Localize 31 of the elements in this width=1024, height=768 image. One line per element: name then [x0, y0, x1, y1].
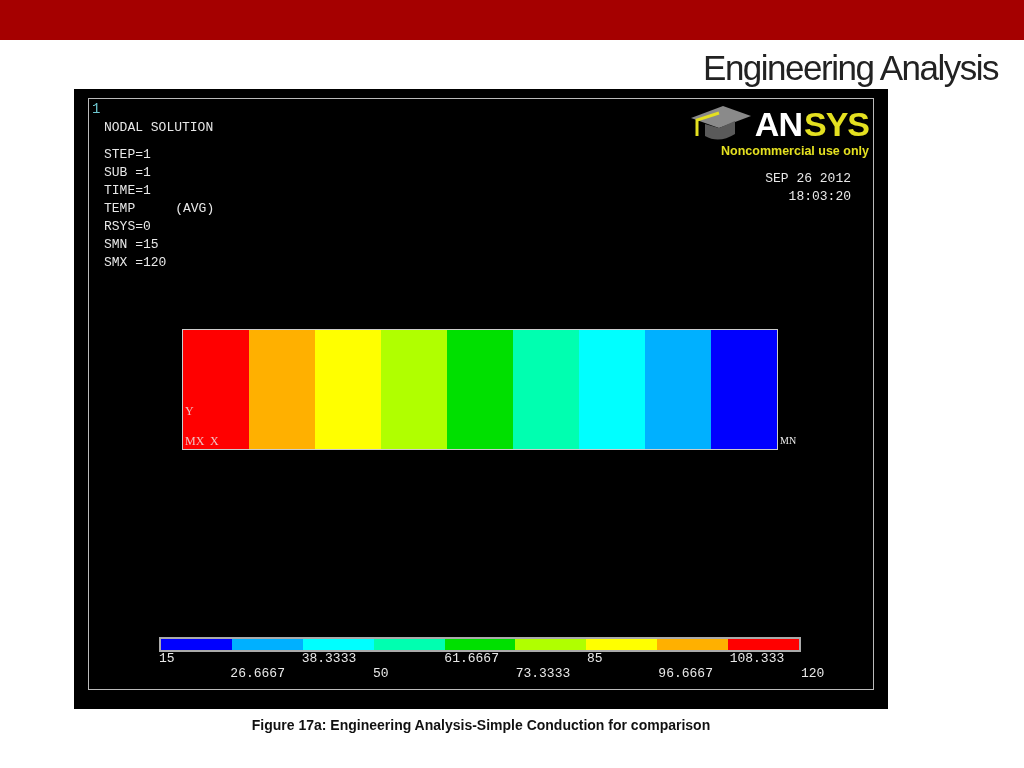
legend-value: 61.6667	[444, 652, 499, 666]
info-line: STEP=1	[104, 146, 151, 164]
y-axis-label: Y	[185, 405, 194, 417]
viewport-number: 1	[92, 101, 101, 117]
info-value: (AVG)	[175, 200, 215, 218]
legend-value: 96.6667	[658, 667, 713, 681]
legend-value: 120	[801, 667, 825, 681]
legend-value: 26.6667	[230, 667, 285, 681]
info-line: RSYS=0	[104, 218, 151, 236]
info-line: TEMP	[104, 200, 136, 218]
info-line: SMX =120	[104, 254, 167, 272]
legend-value: 73.3333	[515, 667, 571, 681]
legend-value: 108.333	[729, 652, 785, 666]
info-line: SUB =1	[104, 164, 151, 182]
x-axis-label: X	[210, 435, 219, 447]
solution-title: NODAL SOLUTION	[104, 119, 215, 137]
legend-value: 38.3333	[301, 652, 357, 666]
logo-wordmark: SYS	[803, 106, 869, 142]
figure-caption: Figure 17a: Engineering Analysis-Simple Conduction for comparison	[250, 717, 712, 733]
legend-value: 50	[373, 667, 389, 681]
info-line: TIME=1	[104, 182, 151, 200]
plot-time: 18:03:20	[788, 188, 851, 206]
legend-value: 15	[159, 652, 175, 666]
min-label: MN	[780, 435, 797, 446]
plot-date: SEP 26 2012	[765, 170, 851, 188]
logo-wordmark: AN	[754, 106, 802, 142]
max-label: MX	[185, 435, 205, 447]
info-line: SMN =15	[104, 236, 159, 254]
slide-title: Engineering Analysis	[703, 47, 998, 89]
legend-value: 85	[587, 652, 603, 666]
logo-tagline: Noncommercial use only	[721, 144, 869, 158]
